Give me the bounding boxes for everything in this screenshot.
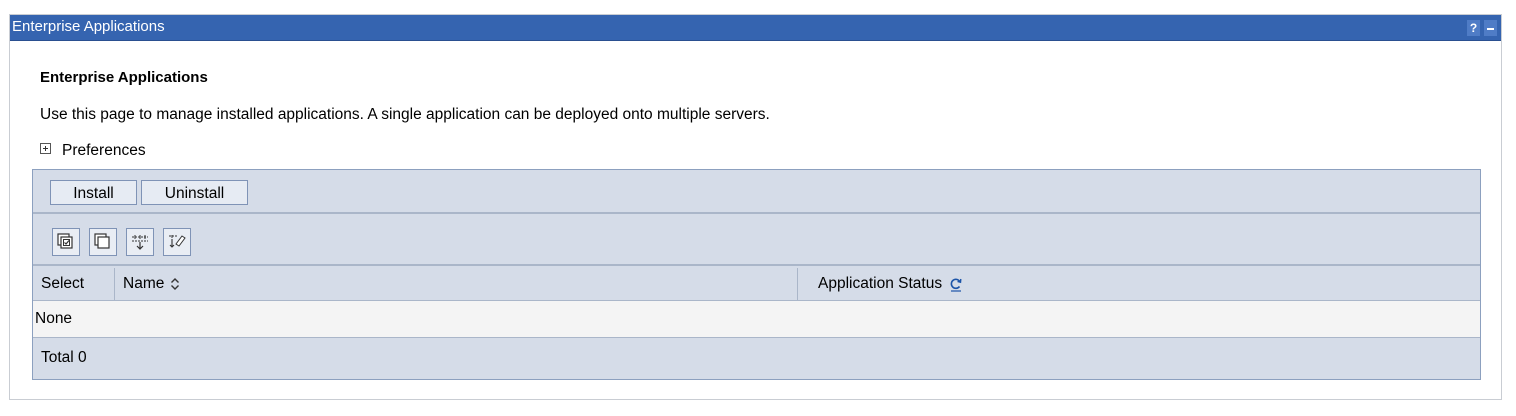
select-all-button[interactable]	[52, 228, 80, 256]
expand-icon	[40, 143, 51, 155]
clear-filter-icon	[169, 235, 186, 248]
sort-icon	[171, 277, 180, 290]
deselect-all-icon	[94, 233, 110, 249]
column-header-name[interactable]: Name	[123, 275, 180, 293]
help-button[interactable]: ?	[1467, 20, 1480, 36]
column-divider	[114, 268, 115, 300]
table-header-row: Select Name Application Status	[33, 268, 1480, 301]
refresh-icon	[950, 278, 962, 292]
portlet: Enterprise Applications ? Enterprise App…	[9, 14, 1502, 400]
clear-filter-button[interactable]	[163, 228, 191, 256]
column-header-name-label: Name	[123, 275, 165, 292]
button-toolbar: Install Uninstall	[33, 170, 1480, 214]
preferences-toggle[interactable]: Preferences	[40, 142, 146, 160]
preferences-label: Preferences	[62, 142, 146, 159]
page-title: Enterprise Applications	[40, 69, 208, 86]
select-all-icon	[57, 233, 73, 249]
show-filter-icon	[132, 235, 148, 250]
applications-table: Install Uninstall Select Name Applicatio…	[32, 169, 1481, 380]
total-count: Total 0	[41, 349, 87, 366]
table-row-empty: None	[33, 301, 1480, 338]
minimize-icon	[1487, 27, 1494, 30]
column-header-application-status[interactable]: Application Status	[818, 275, 964, 293]
minimize-button[interactable]	[1484, 20, 1497, 36]
portlet-title: Enterprise Applications	[12, 18, 165, 35]
install-button[interactable]: Install	[50, 180, 137, 205]
table-footer: Total 0	[33, 338, 1480, 379]
column-header-select: Select	[41, 275, 85, 292]
show-filter-button[interactable]	[126, 228, 154, 256]
uninstall-button[interactable]: Uninstall	[141, 180, 248, 205]
column-divider	[797, 268, 798, 300]
portlet-titlebar: Enterprise Applications ?	[10, 15, 1501, 41]
page-description: Use this page to manage installed applic…	[40, 106, 770, 123]
empty-table-text: None	[35, 310, 73, 327]
column-header-status-label: Application Status	[818, 275, 943, 292]
icon-toolbar	[33, 216, 1480, 266]
deselect-all-button[interactable]	[89, 228, 117, 256]
